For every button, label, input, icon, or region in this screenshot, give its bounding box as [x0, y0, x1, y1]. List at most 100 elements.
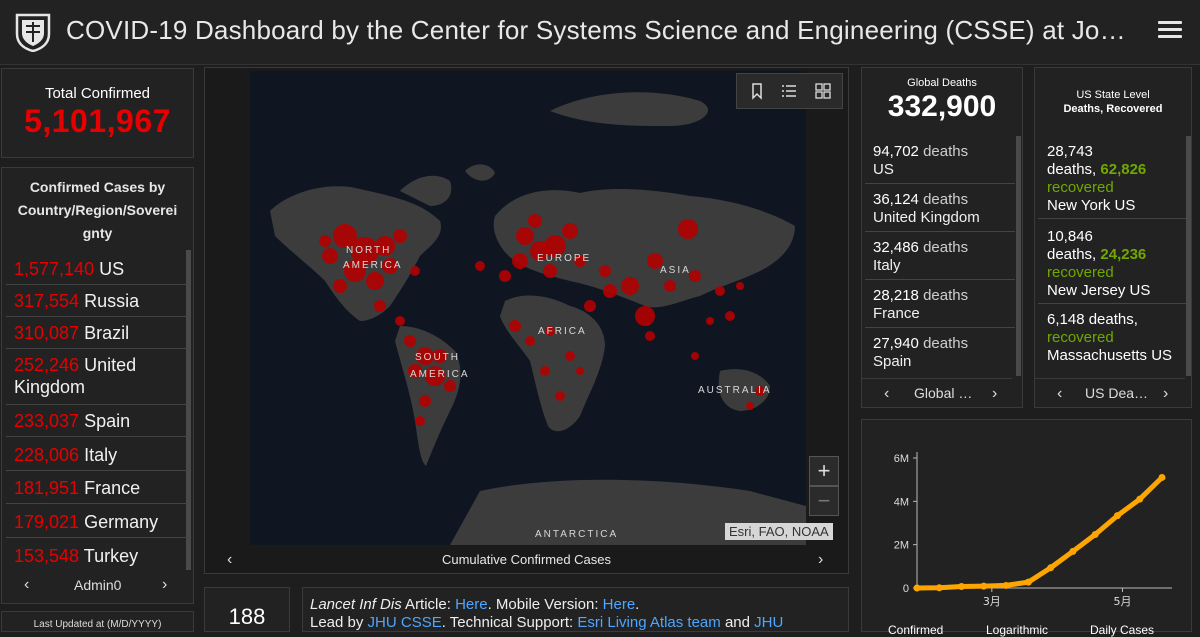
country-name: United Kingdom: [873, 209, 980, 226]
state-name: New Jersey US: [1047, 282, 1151, 299]
confirmed-count: 252,246: [14, 355, 80, 375]
legend-list-icon[interactable]: [780, 82, 798, 100]
list-item[interactable]: 10,846 deaths, 24,236 recovered New Jers…: [1038, 226, 1186, 304]
us-list-pager: ‹ US Dea… ›: [1035, 378, 1185, 409]
us-state-panel: US State Level Deaths, Recovered 28,743 …: [1034, 67, 1192, 408]
chevron-right-icon[interactable]: ›: [162, 576, 167, 594]
death-label: deaths: [923, 287, 969, 304]
list-item[interactable]: 94,702 deaths US: [865, 141, 1015, 184]
global-deaths-label: Global Deaths: [907, 77, 977, 89]
country-name: France: [84, 478, 141, 498]
chevron-right-icon[interactable]: ›: [992, 385, 997, 403]
data-point: [1158, 473, 1166, 481]
global-deaths-value: 332,900: [887, 90, 997, 123]
y-tick-label: 4M: [894, 496, 909, 508]
jhu-link[interactable]: JHU: [754, 614, 783, 631]
list-item[interactable]: 36,124 deaths United Kingdom: [865, 189, 1015, 232]
list-item[interactable]: 179,021 Germany: [6, 507, 188, 538]
article-link[interactable]: Here: [455, 596, 488, 613]
tab-daily-cases[interactable]: Daily Cases: [1090, 623, 1154, 637]
us-state-title-line1: US State Level: [1076, 89, 1150, 101]
list-item[interactable]: 27,940 deaths Spain: [865, 333, 1015, 376]
esri-living-atlas-link[interactable]: Esri Living Atlas team: [577, 614, 720, 631]
us-state-title-line2: Deaths, Recovered: [1063, 103, 1163, 115]
death-count: 32,486: [873, 239, 919, 256]
death-count: 6,148: [1047, 311, 1085, 328]
list-item[interactable]: 6,148 deaths, recovered Massachusetts US: [1038, 311, 1186, 375]
country-name: US: [873, 161, 894, 178]
map-attribution: Esri, FAO, NOAA: [725, 523, 833, 540]
list-item[interactable]: 317,554 Russia: [6, 286, 188, 317]
total-confirmed-label: Total Confirmed: [44, 85, 151, 102]
mobile-version-link[interactable]: Here: [603, 596, 636, 613]
list-item[interactable]: 153,548 Turkey: [6, 541, 188, 572]
pager-label: Global …: [914, 385, 973, 401]
chevron-left-icon[interactable]: ‹: [884, 385, 889, 403]
list-item[interactable]: 28,743 deaths, 62,826 recovered New York…: [1038, 141, 1186, 219]
state-name: Massachusetts US: [1047, 347, 1173, 364]
info-line-2: Lead by JHU CSSE. Technical Support: Esr…: [310, 614, 783, 631]
world-map[interactable]: NORTH AMERICA EUROPE ASIA AFRICA SOUTH A…: [250, 71, 806, 545]
info-text: Lead by: [310, 614, 368, 631]
list-item[interactable]: 233,037 Spain: [6, 406, 188, 437]
zoom-out-button[interactable]: −: [809, 486, 839, 516]
us-list-scrollbar[interactable]: [1186, 136, 1191, 376]
global-deaths-panel: Global Deaths 332,900 94,702 deaths US 3…: [861, 67, 1023, 408]
map-label-europe: EUROPE: [537, 253, 591, 264]
confirmed-count: 153,548: [14, 546, 80, 566]
map-label-australia: AUSTRALIA: [698, 385, 772, 396]
list-item[interactable]: 228,006 Italy: [6, 440, 188, 471]
death-count: 10,846: [1047, 228, 1093, 245]
hamburger-menu-icon[interactable]: [1158, 18, 1182, 42]
death-label: deaths: [923, 191, 969, 208]
map-label-north-america-2: AMERICA: [343, 260, 403, 271]
bookmark-icon[interactable]: [748, 82, 766, 100]
country-name: France: [873, 305, 920, 322]
country-name: Italy: [873, 257, 901, 274]
list-item[interactable]: 32,486 deaths Italy: [865, 237, 1015, 280]
countries-count-value: 188: [228, 604, 266, 629]
chevron-left-icon[interactable]: ‹: [1057, 385, 1062, 403]
death-label: deaths: [923, 335, 969, 352]
tab-logarithmic[interactable]: Logarithmic: [986, 623, 1048, 637]
chevron-right-icon[interactable]: ›: [818, 551, 823, 569]
basemap-gallery-icon[interactable]: [814, 82, 832, 100]
list-item[interactable]: 310,087 Brazil: [6, 318, 188, 349]
tab-confirmed[interactable]: Confirmed: [888, 623, 943, 637]
country-name: Russia: [84, 291, 140, 311]
chevron-right-icon[interactable]: ›: [1163, 385, 1168, 403]
map-label-antarctica: ANTARCTICA: [535, 529, 618, 540]
y-tick-label: 2M: [894, 540, 909, 552]
death-label: deaths,: [1088, 311, 1138, 328]
recovered-label: recovered: [1047, 179, 1114, 196]
map-label-south-america-2: AMERICA: [410, 369, 470, 380]
dashboard-header: COVID-19 Dashboard by the Center for Sys…: [0, 0, 1200, 65]
confirmed-count: 228,006: [14, 445, 80, 465]
page-title: COVID-19 Dashboard by the Center for Sys…: [66, 15, 1126, 45]
series-line: [914, 475, 1165, 591]
death-count: 94,702: [873, 143, 919, 160]
confirmed-count: 233,037: [14, 411, 80, 431]
list-item[interactable]: 181,951 France: [6, 473, 188, 504]
country-name: Spain: [873, 353, 912, 370]
jhu-csse-link[interactable]: JHU CSSE: [368, 614, 442, 631]
pager-label: US Dea…: [1085, 385, 1149, 401]
info-panel: Lancet Inf Dis Article: Here. Mobile Ver…: [302, 587, 849, 632]
zoom-in-button[interactable]: +: [809, 456, 839, 486]
map-toolbar: [736, 73, 843, 109]
data-point: [1047, 564, 1055, 572]
countries-count-panel: 188: [204, 587, 290, 632]
pager-label: Admin0: [74, 577, 122, 593]
list-item[interactable]: 1,577,140 US: [6, 254, 188, 285]
list-item[interactable]: 252,246 United Kingdom: [6, 350, 188, 405]
list-item[interactable]: 28,218 deaths France: [865, 285, 1015, 328]
map-label-south-america: SOUTH: [415, 352, 460, 363]
data-point: [1091, 530, 1099, 538]
info-text: . Technical Support:: [441, 614, 578, 631]
data-point: [1113, 512, 1121, 520]
chevron-left-icon[interactable]: ‹: [24, 576, 29, 594]
deaths-list-scrollbar[interactable]: [1016, 136, 1021, 376]
map-caption-bar: ‹ Cumulative Confirmed Cases ›: [205, 545, 848, 575]
death-count: 28,743: [1047, 143, 1093, 160]
country-name: US: [99, 259, 125, 279]
